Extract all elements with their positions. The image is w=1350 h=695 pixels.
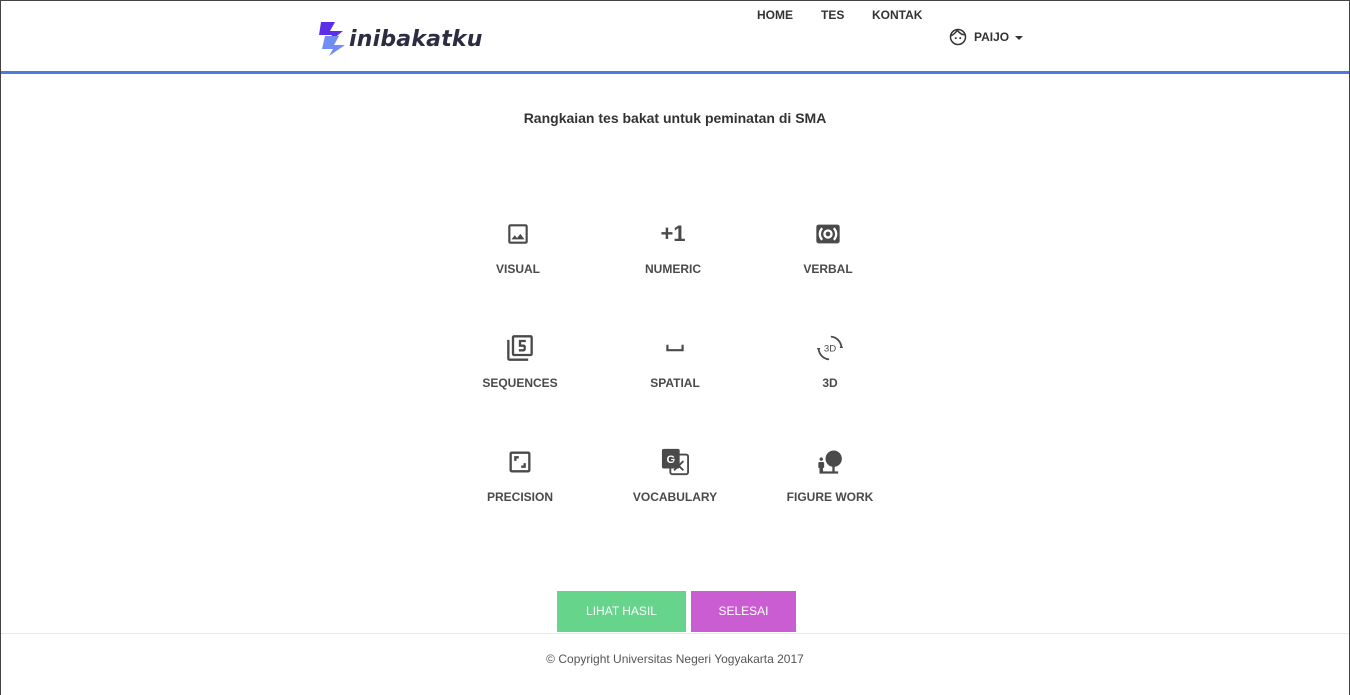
- test-sequences[interactable]: SEQUENCES: [460, 334, 580, 414]
- nature-people-icon: [816, 448, 844, 476]
- page-subtitle: Rangkaian tes bakat untuk peminatan di S…: [523, 110, 827, 126]
- svg-text:G: G: [666, 454, 675, 466]
- view-results-button[interactable]: LIHAT HASIL: [557, 591, 686, 632]
- user-name: PAIJO: [974, 30, 1010, 44]
- test-numeric[interactable]: +1 NUMERIC: [613, 220, 733, 300]
- footer-divider: [1, 633, 1349, 634]
- brand-logo-link[interactable]: inibakatku: [315, 20, 483, 58]
- test-vocabulary[interactable]: G VOCABULARY: [615, 448, 735, 528]
- test-label: VISUAL: [495, 262, 540, 276]
- surround-sound-icon: [814, 220, 842, 248]
- test-spatial[interactable]: SPATIAL: [615, 334, 735, 414]
- nav-tes-link[interactable]: TES: [821, 1, 844, 29]
- test-verbal[interactable]: VERBAL: [768, 220, 888, 300]
- space-bar-icon: [661, 334, 689, 362]
- image-icon: [504, 220, 532, 248]
- lightning-logo-icon: [319, 22, 345, 56]
- nav-home-link[interactable]: HOME: [757, 1, 793, 29]
- finish-button[interactable]: SELESAI: [691, 591, 796, 632]
- test-label: 3D: [822, 376, 838, 390]
- face-icon: [949, 28, 967, 46]
- svg-text:3D: 3D: [824, 344, 836, 355]
- test-label: SPATIAL: [650, 376, 700, 390]
- 3d-rotation-icon: 3D: [816, 334, 844, 362]
- filter-5-icon: [506, 334, 534, 362]
- test-label: FIGURE WORK: [786, 490, 874, 504]
- top-navbar: inibakatku HOME TES KONTAK PAIJO: [1, 0, 1349, 74]
- test-visual[interactable]: VISUAL: [458, 220, 578, 300]
- test-label: VOCABULARY: [632, 490, 718, 504]
- test-precision[interactable]: PRECISION: [460, 448, 580, 528]
- test-3d[interactable]: 3D 3D: [770, 334, 890, 414]
- plus-one-icon: +1: [660, 221, 686, 246]
- test-label: VERBAL: [803, 262, 853, 276]
- translate-icon: G: [661, 448, 689, 476]
- test-label: SEQUENCES: [482, 376, 558, 390]
- test-figure-work[interactable]: FIGURE WORK: [770, 448, 890, 528]
- brand-name: inibakatku: [349, 26, 483, 52]
- test-label: PRECISION: [486, 490, 553, 504]
- test-label: NUMERIC: [645, 262, 701, 276]
- nav-kontak-link[interactable]: KONTAK: [872, 1, 922, 29]
- user-dropdown[interactable]: PAIJO: [949, 24, 1024, 50]
- caret-down-icon: [1015, 35, 1024, 40]
- crop-free-icon: [506, 448, 534, 476]
- footer-copyright: © Copyright Universitas Negeri Yogyakart…: [546, 652, 804, 666]
